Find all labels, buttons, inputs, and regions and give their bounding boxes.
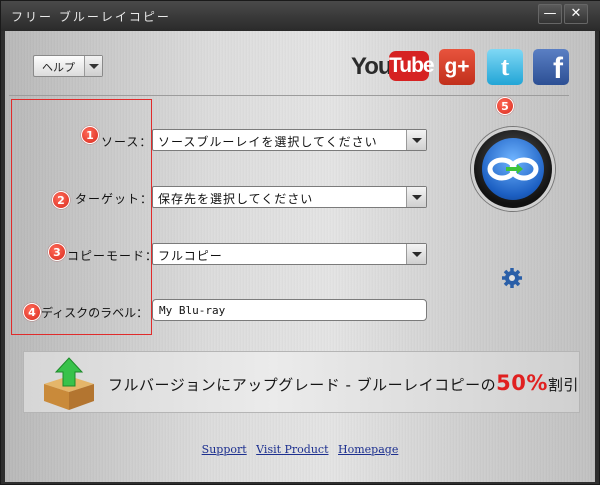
disc-label-input[interactable]: My Blu-ray (152, 299, 427, 321)
target-select[interactable]: 保存先を選択してください (152, 186, 427, 208)
twitter-icon[interactable]: t (487, 49, 523, 85)
footer-links: Support Visit Product Homepage (5, 443, 595, 456)
step-marker-2: 2 (52, 191, 70, 209)
window-title: フリー ブルーレイコピー (11, 10, 171, 24)
support-link[interactable]: Support (202, 443, 247, 456)
start-copy-button[interactable] (471, 127, 555, 211)
target-value: 保存先を選択してください (158, 192, 314, 206)
youtube-you-text: You (351, 53, 393, 80)
main-panel: ヘルプ You Tube g+ t f 1 2 3 4 5 ソース： ソースブル… (5, 31, 595, 482)
youtube-tube-text: Tube (389, 51, 435, 81)
copy-mode-label: コピーモード： (67, 249, 159, 263)
step-marker-3: 3 (48, 243, 66, 261)
source-select[interactable]: ソースブルーレイを選択してください (152, 129, 427, 151)
chevron-down-icon[interactable] (406, 187, 426, 207)
discount-value: 50% (496, 371, 548, 395)
divider (9, 95, 569, 96)
gear-icon[interactable] (501, 267, 523, 289)
title-bar[interactable]: フリー ブルーレイコピー — ✕ (1, 1, 600, 31)
chevron-down-icon (84, 56, 102, 76)
step-marker-5: 5 (496, 97, 514, 115)
upgrade-banner-text: フルバージョンにアップグレード - ブルーレイコピーの50%割引 (108, 371, 579, 395)
close-button[interactable]: ✕ (564, 4, 588, 24)
homepage-link[interactable]: Homepage (338, 443, 398, 456)
copy-mode-select[interactable]: フルコピー (152, 243, 427, 265)
source-value: ソースブルーレイを選択してください (158, 135, 378, 149)
minimize-button[interactable]: — (538, 4, 562, 24)
chevron-down-icon[interactable] (406, 130, 426, 150)
copy-mode-value: フルコピー (158, 249, 223, 263)
chevron-down-icon[interactable] (406, 244, 426, 264)
source-label: ソース： (101, 135, 153, 149)
help-dropdown[interactable]: ヘルプ (33, 55, 103, 77)
copy-icon (482, 138, 544, 200)
googleplus-icon[interactable]: g+ (439, 49, 475, 85)
visit-product-link[interactable]: Visit Product (256, 443, 328, 456)
target-label: ターゲット： (75, 192, 154, 206)
step-marker-4: 4 (23, 303, 41, 321)
disc-label-label: ディスクのラベル： (41, 306, 149, 320)
youtube-icon[interactable]: You Tube (351, 49, 435, 85)
upgrade-banner[interactable]: フルバージョンにアップグレード - ブルーレイコピーの50%割引 (23, 351, 580, 413)
app-window: フリー ブルーレイコピー — ✕ ヘルプ You Tube g+ t f 1 2… (0, 0, 600, 485)
step-marker-1: 1 (81, 126, 99, 144)
facebook-icon[interactable]: f (533, 49, 569, 85)
upgrade-box-icon (38, 356, 100, 410)
help-label: ヘルプ (42, 61, 75, 74)
